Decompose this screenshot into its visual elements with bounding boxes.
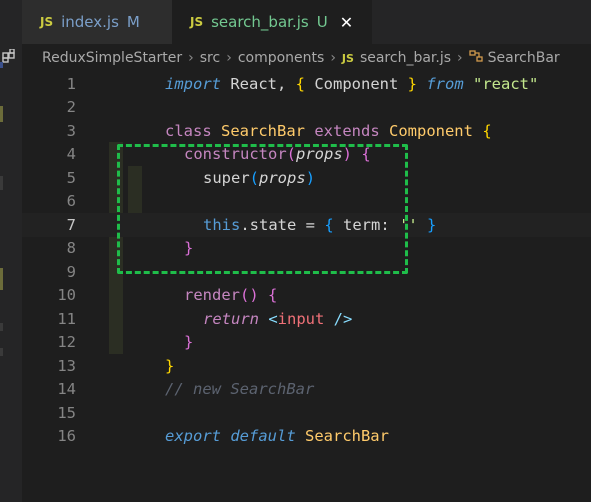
close-icon[interactable]: ✕ [340,13,353,32]
line-number: 1 [66,74,76,93]
line-number: 14 [57,380,76,399]
code-editor[interactable]: 1 import React, { Component } from "reac… [22,72,591,502]
line-number: 15 [57,403,76,422]
line-number: 13 [57,356,76,375]
keyword-import: import [165,74,221,93]
extensions-icon[interactable] [2,48,16,65]
code-line-12: 12 } [22,331,591,355]
marker [0,62,3,68]
brace: } [407,74,417,93]
line-number: 4 [66,145,76,164]
code-line-11: 11 return <input /> [22,307,591,331]
marker [0,323,3,331]
tag-bracket: /> [324,309,353,328]
tab-git-status: M [126,13,140,31]
class-name: Component [379,121,473,140]
highlight-annotation-box [117,144,408,274]
tab-label: search_bar.js [211,13,309,31]
marker [0,176,3,190]
line-number: 2 [66,98,76,117]
line-number: 3 [66,121,76,140]
line-number: 10 [57,286,76,305]
line-number: 12 [57,333,76,352]
js-file-icon: JS [190,15,204,29]
brace: { [472,121,492,140]
keyword-export: export [165,427,221,446]
line-number: 8 [66,239,76,258]
class-name: SearchBar [295,427,389,446]
line-number: 11 [57,309,76,328]
line-number: 7 [66,215,76,234]
brace: { [295,74,305,93]
marker [0,348,3,356]
code-line-1: 1 import React, { Component } from "reac… [22,72,591,96]
line-number: 16 [57,427,76,446]
line-number: 6 [66,192,76,211]
string-literal: "react" [463,74,539,93]
brace: } [184,333,194,352]
tab-label: index.js [61,13,119,31]
identifier: React, [221,74,296,93]
tag-bracket: < [259,309,278,328]
tab-git-status: U [316,13,328,31]
marker [0,106,3,122]
keyword-from: from [417,74,464,93]
keyword-default: default [221,427,296,446]
activity-bar [0,0,22,502]
identifier: Component [305,74,408,93]
brace: } [417,215,437,234]
js-file-icon: JS [40,15,54,29]
line-number: 9 [66,262,76,281]
code-line-16: 16 export default SearchBar [22,425,591,449]
jsx-tag: input [277,309,325,328]
keyword-return: return [203,309,259,328]
tab-bar: JS index.js M JS search_bar.js U ✕ [22,0,591,44]
code-line-14: 14 // new SearchBar [22,378,591,402]
tab-index-js[interactable]: JS index.js M [22,0,172,44]
tab-search-bar-js[interactable]: JS search_bar.js U ✕ [172,0,372,44]
comment: // new SearchBar [165,380,315,399]
line-number: 5 [66,168,76,187]
marker [0,268,3,290]
